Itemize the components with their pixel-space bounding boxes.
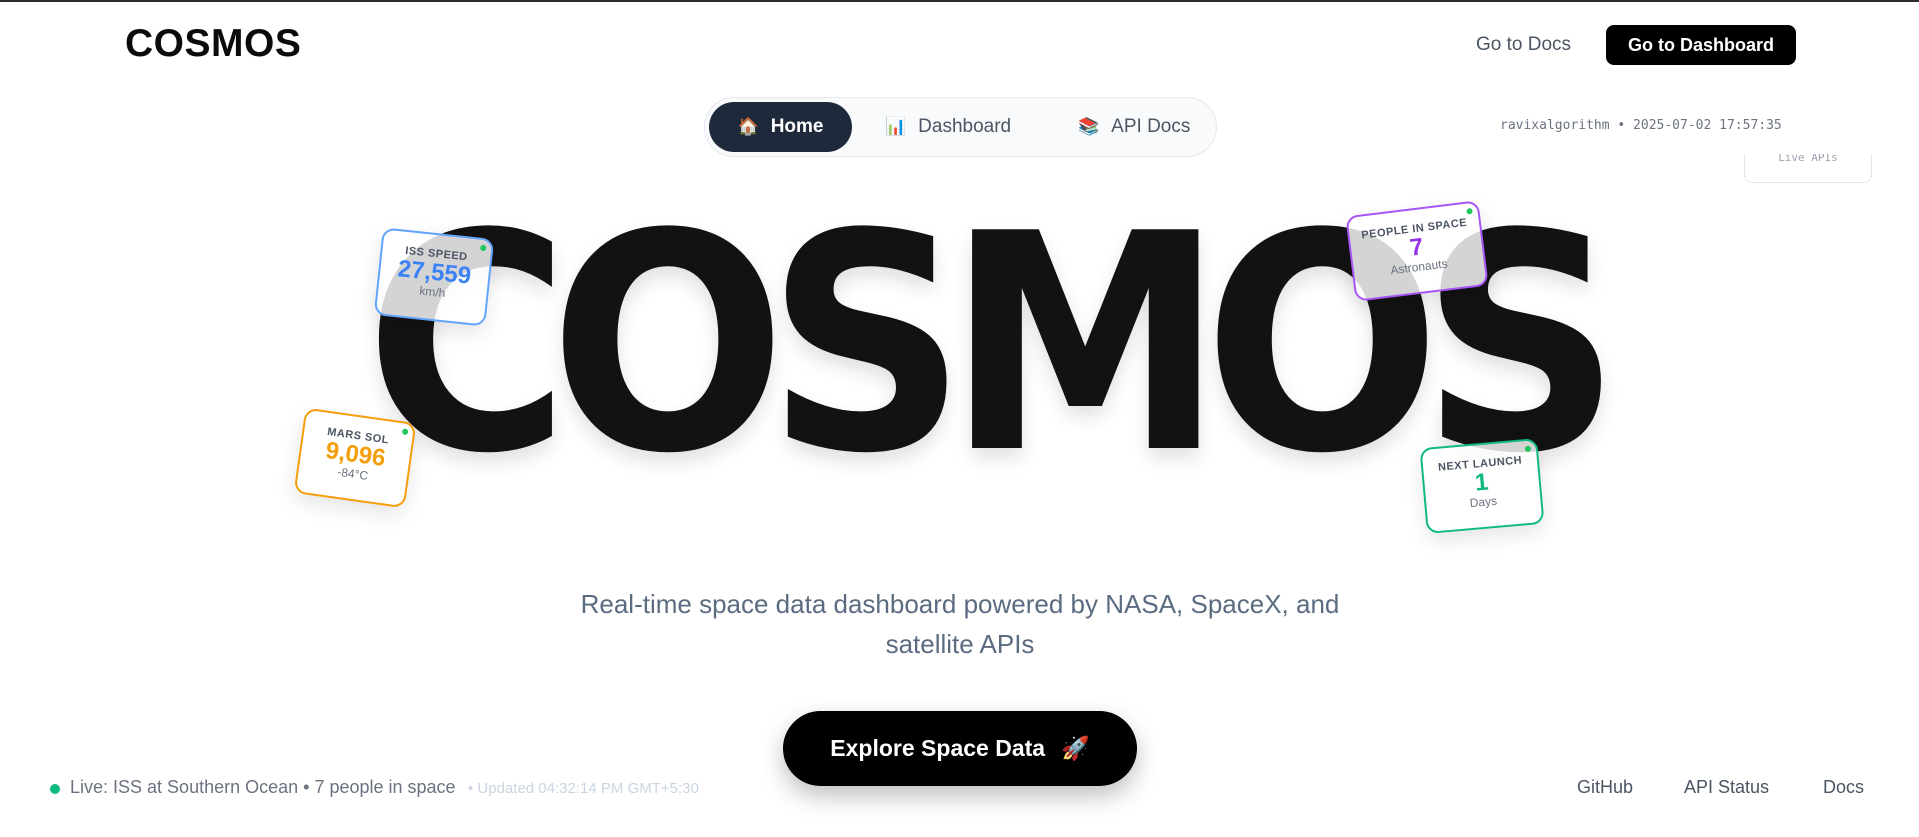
- explore-space-data-button[interactable]: Explore Space Data 🚀: [783, 711, 1137, 786]
- people-in-space-card: PEOPLE IN SPACE 7 Astronauts: [1345, 200, 1489, 302]
- live-indicator: [401, 428, 409, 436]
- session-info: ravixalgorithm • 2025-07-02 17:57:35: [1500, 118, 1782, 133]
- live-indicator: [1524, 445, 1532, 453]
- mars-sol-card: MARS SOL 9,096 -84°C: [293, 407, 417, 509]
- rocket-icon: 🚀: [1061, 735, 1090, 761]
- logo[interactable]: COSMOS: [125, 22, 301, 66]
- updated-timestamp: • Updated 04:32:14 PM GMT+5:30: [468, 780, 699, 797]
- live-indicator: [480, 244, 487, 252]
- hero-subtitle: Real-time space data dashboard powered b…: [580, 589, 1340, 659]
- nav-tab-home[interactable]: 🏠 Home: [709, 102, 852, 152]
- github-link[interactable]: GitHub: [1577, 777, 1633, 798]
- live-apis-badge: Live APIs: [1744, 154, 1872, 183]
- go-to-dashboard-button[interactable]: Go to Dashboard: [1606, 25, 1796, 65]
- nav-tab-label: Dashboard: [918, 116, 1012, 137]
- top-border: [0, 0, 1919, 2]
- nav-tab-dashboard[interactable]: 📊 Dashboard: [885, 102, 1011, 152]
- iss-speed-card: ISS SPEED 27,559 km/h: [373, 227, 495, 327]
- house-icon: 🏠: [737, 117, 759, 136]
- cta-label: Explore Space Data: [830, 735, 1046, 761]
- main-nav: 🏠 Home 📊 Dashboard 📚 API Docs: [704, 97, 1217, 157]
- nav-tab-label: API Docs: [1111, 116, 1191, 137]
- docs-link[interactable]: Docs: [1823, 777, 1864, 798]
- api-status-link[interactable]: API Status: [1684, 777, 1769, 798]
- live-status-text: Live: ISS at Southern Ocean • 7 people i…: [70, 777, 456, 797]
- live-status-dot: [50, 784, 60, 794]
- live-indicator: [1466, 207, 1473, 215]
- books-icon: 📚: [1078, 117, 1100, 136]
- bar-chart-icon: 📊: [885, 117, 907, 136]
- go-to-docs-link[interactable]: Go to Docs: [1476, 34, 1571, 56]
- hero-title: COSMOS: [365, 170, 1621, 519]
- next-launch-card: NEXT LAUNCH 1 Days: [1419, 438, 1545, 534]
- nav-tab-api-docs[interactable]: 📚 API Docs: [1078, 102, 1190, 152]
- nav-tab-label: Home: [770, 116, 824, 137]
